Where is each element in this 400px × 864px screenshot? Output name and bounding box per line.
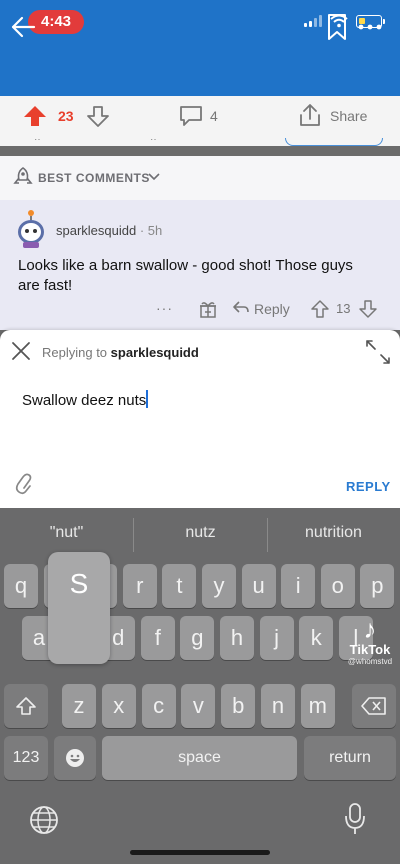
comment-downvote-icon[interactable] (358, 299, 378, 319)
emoji-icon (66, 749, 84, 767)
link-icon[interactable] (14, 472, 38, 498)
key-p[interactable]: p (360, 564, 395, 608)
reply-input-value: Swallow deez nuts (22, 392, 147, 409)
microphone-icon[interactable] (344, 802, 366, 836)
username[interactable]: sparklesquidd (56, 223, 136, 238)
post-header (0, 44, 400, 96)
key-x[interactable]: x (101, 684, 136, 728)
replying-to-label: Replying to sparklesquidd (42, 345, 199, 360)
share-button[interactable]: Share (330, 108, 367, 124)
downvote-icon[interactable] (86, 104, 110, 128)
watermark-brand: TikTok (349, 642, 391, 657)
backspace-icon (361, 697, 386, 715)
space-key[interactable]: space (102, 736, 297, 780)
rocket-icon (13, 167, 33, 184)
key-c[interactable]: c (141, 684, 176, 728)
comment-author[interactable]: sparklesquidd · 5h (56, 223, 162, 238)
comment-score: 13 (336, 301, 351, 316)
shift-key[interactable] (4, 684, 48, 728)
tiktok-logo-icon: ♪ (363, 614, 377, 644)
award-icon[interactable] (198, 299, 218, 319)
key-j[interactable]: j (259, 616, 294, 660)
close-icon[interactable] (10, 340, 32, 362)
comment-more-options[interactable]: ··· (156, 300, 173, 316)
replying-username: sparklesquidd (110, 345, 199, 360)
comment-icon[interactable] (178, 104, 204, 128)
back-arrow-icon[interactable] (8, 12, 38, 42)
upvote-icon[interactable] (22, 104, 48, 128)
delete-key[interactable] (352, 684, 396, 728)
key-i[interactable]: i (281, 564, 316, 608)
text-cursor (146, 390, 149, 408)
sort-label[interactable]: BEST COMMENTS (38, 171, 150, 185)
key-z[interactable]: z (62, 684, 96, 728)
comment-upvote-icon[interactable] (310, 299, 330, 319)
key-r[interactable]: r (122, 564, 157, 608)
user-avatar[interactable] (14, 208, 48, 248)
post-vote-count: 23 (58, 108, 74, 124)
key-h[interactable]: h (220, 616, 254, 660)
suggestion-1[interactable]: "nut" (0, 524, 133, 542)
key-v[interactable]: v (181, 684, 216, 728)
emoji-key[interactable] (54, 736, 96, 780)
key-n[interactable]: n (261, 684, 295, 728)
suggestion-3[interactable]: nutrition (267, 524, 400, 542)
reply-button[interactable]: Reply (254, 301, 290, 317)
separator-dots: ‥ (150, 132, 157, 143)
watermark-handle: @whomstvd (347, 657, 393, 666)
key-g[interactable]: g (180, 616, 215, 660)
username-separator: · (139, 223, 148, 238)
submit-reply-button[interactable]: REPLY (346, 479, 391, 494)
key-b[interactable]: b (221, 684, 256, 728)
key-f[interactable]: f (140, 616, 175, 660)
expand-icon[interactable] (364, 338, 392, 366)
key-t[interactable]: t (162, 564, 197, 608)
bookmark-icon[interactable] (324, 12, 350, 42)
comment-body: Looks like a barn swallow - good shot! T… (18, 257, 353, 294)
numbers-key[interactable]: 123 (4, 736, 48, 780)
key-k[interactable]: k (299, 616, 334, 660)
share-icon[interactable] (298, 102, 322, 128)
suggestion-2[interactable]: nutz (134, 524, 267, 542)
return-key[interactable]: return (304, 736, 396, 780)
shift-icon (16, 697, 36, 715)
tiktok-watermark: ♪ TikTok @whomstvd (342, 616, 398, 666)
replying-prefix: Replying to (42, 345, 108, 360)
globe-icon[interactable] (28, 804, 60, 836)
cellular-signal-icon (304, 15, 322, 27)
post-comment-count: 4 (210, 108, 218, 124)
comment-age: 5h (147, 223, 163, 238)
chevron-down-icon[interactable] (148, 171, 160, 181)
reply-arrow-icon[interactable] (232, 299, 250, 317)
separator-dots: ‥ (34, 132, 41, 143)
reply-text-input[interactable]: Swallow deez nuts (22, 390, 149, 409)
key-y[interactable]: y (202, 564, 236, 608)
home-indicator (130, 850, 270, 855)
more-options-icon[interactable] (356, 16, 384, 38)
key-q[interactable]: q (4, 564, 38, 608)
key-o[interactable]: o (320, 564, 355, 608)
key-m[interactable]: m (300, 684, 335, 728)
share-outline (285, 138, 383, 146)
key-popup: S (48, 552, 110, 664)
key-u[interactable]: u (241, 564, 276, 608)
